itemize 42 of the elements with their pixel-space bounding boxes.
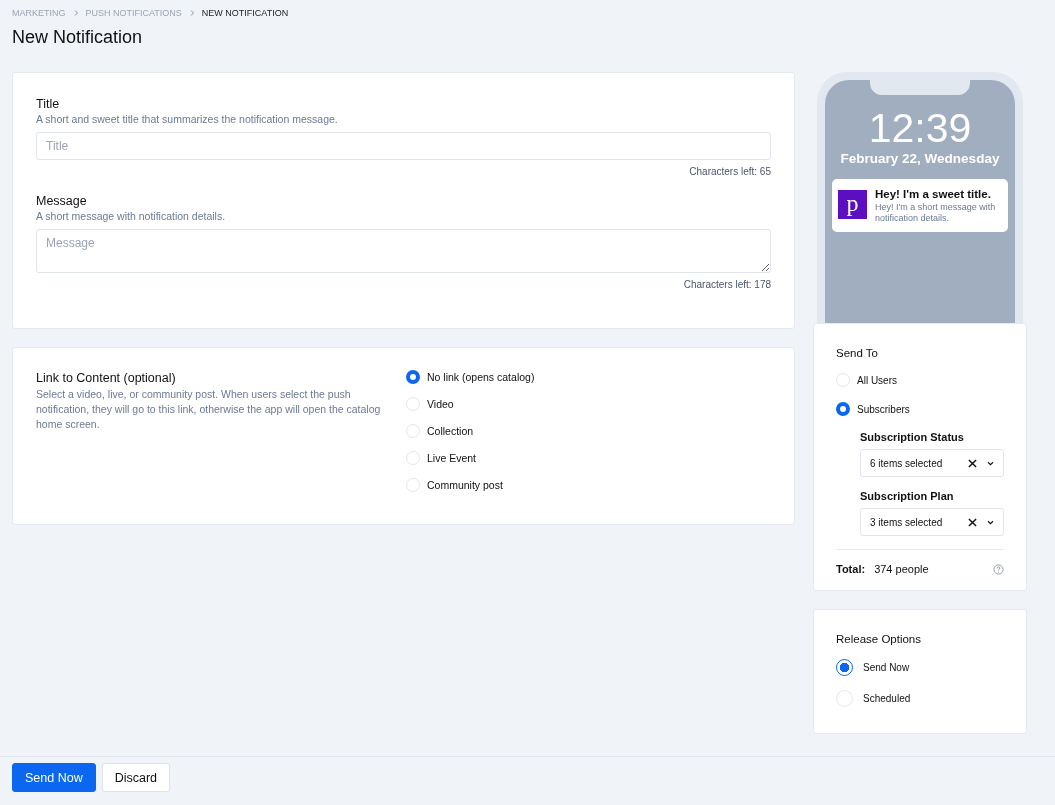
notification-title: Hey! I'm a sweet title.: [875, 187, 992, 201]
radio-label: Video: [427, 398, 454, 410]
card-heading: Send To: [836, 347, 879, 359]
section-hint: Select a video, live, or community post. When users select the push notification, they will go to this link, otherwise the app will open the catalog home screen.: [36, 387, 382, 432]
radio-label: Scheduled: [863, 693, 911, 704]
filter-label: Subscription Status: [860, 431, 965, 443]
field-hint: A short message with notification details.: [36, 209, 227, 224]
multi-select[interactable]: 3 items selected: [860, 508, 1004, 536]
radio-label: Collection: [427, 425, 474, 437]
field-label: Message: [36, 194, 88, 209]
total-label: Total:: [836, 563, 866, 575]
total-value: 374 people: [874, 563, 930, 575]
radio-button[interactable]: [836, 402, 850, 416]
character-counter: Characters left: 65: [688, 166, 771, 178]
title-field[interactable]: Title: [36, 132, 771, 160]
message-field[interactable]: Message: [36, 229, 771, 273]
multi-select[interactable]: 6 items selected: [860, 449, 1004, 477]
notification-message: Hey! I'm a short message with notification details.: [875, 202, 997, 224]
app-icon: p: [838, 190, 867, 219]
send-now-button[interactable]: Send Now: [12, 763, 96, 792]
field-label: Title: [36, 97, 61, 112]
radio-label: All Users: [857, 374, 897, 386]
radio-label: Live Event: [427, 452, 477, 464]
radio-label: Subscribers: [857, 403, 910, 415]
section-label: Link to Content (optional): [36, 371, 177, 386]
chevron-down-icon[interactable]: [987, 519, 994, 525]
radio-button[interactable]: [406, 370, 420, 384]
clear-icon[interactable]: [968, 517, 977, 527]
clear-icon[interactable]: [968, 458, 977, 468]
field-hint: A short and sweet title that summarizes the notification message.: [36, 112, 339, 127]
radio-label: Community post: [427, 479, 503, 491]
page-title: New Notification: [12, 26, 144, 48]
chevron-down-icon[interactable]: [987, 460, 994, 466]
card-heading: Release Options: [836, 633, 923, 645]
discard-button[interactable]: Discard: [101, 763, 171, 792]
radio-label: Send Now: [863, 662, 910, 673]
radio-button[interactable]: [836, 659, 853, 676]
radio-label: No link (opens catalog): [427, 371, 535, 383]
filter-label: Subscription Plan: [860, 490, 955, 502]
character-counter: Characters left: 178: [682, 279, 771, 291]
lock-date: February 22, Wednesday: [839, 151, 1001, 166]
lock-time: 12:39: [867, 106, 973, 150]
